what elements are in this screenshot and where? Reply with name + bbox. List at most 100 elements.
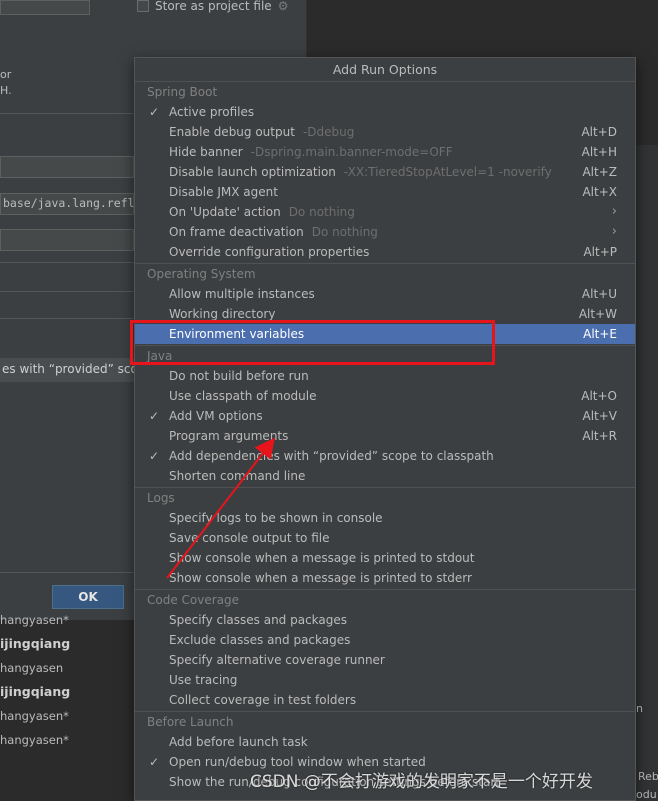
- ok-button[interactable]: OK: [52, 585, 124, 609]
- list-item: ijingqiang: [0, 636, 71, 651]
- list-item: hangyasen: [0, 661, 64, 675]
- menu-item-label: Enable debug output: [169, 125, 295, 139]
- menu-item-shortcut: Alt+P: [583, 245, 617, 259]
- divider: [0, 262, 134, 263]
- menu-item[interactable]: On 'Update' action Do nothing ›: [135, 202, 635, 222]
- config-field-2[interactable]: [0, 229, 134, 251]
- menu-item[interactable]: Environment variables Alt+E: [135, 324, 635, 344]
- checkmark-icon: ✓: [149, 755, 160, 769]
- menu-item[interactable]: On frame deactivation Do nothing ›: [135, 222, 635, 242]
- menu-item-label: Working directory: [169, 307, 276, 321]
- menu-item[interactable]: Show console when a message is printed t…: [135, 548, 635, 568]
- menu-item-label: Show console when a message is printed t…: [169, 571, 472, 585]
- menu-item-hint: -Dspring.main.banner-mode=OFF: [250, 145, 453, 159]
- vm-options-field[interactable]: base/java.lang.refl: [0, 193, 135, 215]
- menu-item-hint: Do nothing: [288, 205, 355, 219]
- edge-text: Reb: [638, 770, 658, 783]
- menu-item[interactable]: Specify alternative coverage runner: [135, 650, 635, 670]
- menu-item[interactable]: Specify classes and packages: [135, 610, 635, 630]
- menu-item-label: Exclude classes and packages: [169, 633, 351, 647]
- menu-item[interactable]: Specify logs to be shown in console: [135, 508, 635, 528]
- list-item: hangyasen*: [0, 709, 69, 723]
- truncated-text-1: or: [0, 68, 12, 81]
- menu-item-label: Allow multiple instances: [169, 287, 315, 301]
- group-label: Code Coverage: [147, 593, 240, 607]
- checkmark-icon: ✓: [149, 409, 160, 423]
- menu-item[interactable]: Use tracing: [135, 670, 635, 690]
- divider: [0, 572, 134, 573]
- menu-item-label: Environment variables: [169, 327, 305, 341]
- list-item: hangyasen*: [0, 733, 69, 747]
- menu-item[interactable]: Working directory Alt+W: [135, 304, 635, 324]
- menu-item-shortcut: Alt+D: [581, 125, 617, 139]
- menu-item[interactable]: ✓ Active profiles: [135, 102, 635, 122]
- menu-item[interactable]: Use classpath of module Alt+O: [135, 386, 635, 406]
- config-field-1[interactable]: [0, 156, 134, 178]
- menu-item-label: Add VM options: [169, 409, 263, 423]
- provided-scope-text: es with “provided” scop: [2, 362, 146, 376]
- menu-item[interactable]: Add before launch task: [135, 732, 635, 752]
- menu-item[interactable]: Program arguments Alt+R: [135, 426, 635, 446]
- menu-item[interactable]: Save console output to file: [135, 528, 635, 548]
- group-label: Logs: [147, 491, 175, 505]
- divider: [0, 113, 134, 114]
- menu-item-shortcut: Alt+W: [578, 307, 617, 321]
- menu-item-label: Specify classes and packages: [169, 613, 348, 627]
- menu-item-shortcut: Alt+E: [583, 327, 617, 341]
- menu-item-label: Collect coverage in test folders: [169, 693, 357, 707]
- store-as-project-file-label: Store as project file: [155, 0, 272, 13]
- menu-item-hint: -Ddebug: [302, 125, 355, 139]
- menu-item[interactable]: Allow multiple instances Alt+U: [135, 284, 635, 304]
- menu-item-label: Use classpath of module: [169, 389, 317, 403]
- add-run-options-popup: Add Run Options Spring Boot ✓ Active profi…: [134, 57, 636, 801]
- menu-item[interactable]: Do not build before run: [135, 366, 635, 386]
- menu-item-label: Disable launch optimization: [169, 165, 336, 179]
- menu-item-label: Override configuration properties: [169, 245, 370, 259]
- menu-item[interactable]: Disable JMX agent Alt+X: [135, 182, 635, 202]
- edge-text: n: [636, 702, 643, 715]
- vcs-author-list: hangyasen* ijingqiang hangyasen ijingqia…: [0, 608, 134, 752]
- menu-item[interactable]: Show console when a message is printed t…: [135, 568, 635, 588]
- menu-item-shortcut: Alt+Z: [582, 165, 617, 179]
- provided-scope-row[interactable]: es with “provided” scop: [0, 358, 145, 382]
- menu-item-shortcut: Alt+H: [581, 145, 617, 159]
- menu-item-hint: -XX:TieredStopAtLevel=1 -noverify: [343, 165, 552, 179]
- gear-icon[interactable]: ⚙: [278, 0, 289, 13]
- menu-item-label: Add dependencies with “provided” scope t…: [169, 449, 494, 463]
- menu-item-label: Shorten command line: [169, 469, 306, 483]
- menu-item-label: Hide banner: [169, 145, 243, 159]
- menu-item[interactable]: ✓ Add VM options Alt+V: [135, 406, 635, 426]
- menu-item[interactable]: Collect coverage in test folders: [135, 690, 635, 710]
- menu-item[interactable]: Enable debug output -Ddebug Alt+D: [135, 122, 635, 142]
- menu-item[interactable]: Exclude classes and packages: [135, 630, 635, 650]
- store-as-project-file-checkbox[interactable]: [137, 0, 149, 12]
- menu-item-shortcut: Alt+O: [581, 389, 617, 403]
- name-field[interactable]: [0, 0, 90, 15]
- watermark: CSDN @不会打游戏的发明家不是一个好开发: [250, 772, 593, 792]
- group-label: Java: [147, 349, 173, 363]
- menu-item-label: On frame deactivation: [169, 225, 304, 239]
- store-as-project-file-row[interactable]: Store as project file ⚙: [137, 0, 289, 13]
- truncated-text-2: H.: [0, 84, 12, 97]
- menu-item-label: Specify alternative coverage runner: [169, 653, 385, 667]
- menu-item[interactable]: Override configuration properties Alt+P: [135, 242, 635, 262]
- menu-item-hint: Do nothing: [311, 225, 378, 239]
- popup-title: Add Run Options: [135, 58, 635, 82]
- menu-item[interactable]: Hide banner -Dspring.main.banner-mode=OFF…: [135, 142, 635, 162]
- checkmark-icon: ✓: [149, 105, 160, 119]
- menu-item-shortcut: Alt+R: [582, 429, 617, 443]
- menu-item[interactable]: Disable launch optimization -XX:TieredSto…: [135, 162, 635, 182]
- group-label: Spring Boot: [147, 85, 218, 99]
- menu-item[interactable]: ✓ Add dependencies with “provided” scope …: [135, 446, 635, 466]
- options-list: Spring Boot ✓ Active profiles Enable debug …: [135, 82, 635, 792]
- divider: [0, 318, 134, 319]
- group-label: Operating System: [147, 267, 256, 281]
- group-label: Before Launch: [147, 715, 234, 729]
- menu-item-shortcut: Alt+X: [582, 185, 617, 199]
- menu-item-label: Active profiles: [169, 105, 255, 119]
- menu-item-label: Save console output to file: [169, 531, 330, 545]
- menu-item-label: Use tracing: [169, 673, 238, 687]
- menu-item-label: Disable JMX agent: [169, 185, 278, 199]
- chevron-right-icon: ›: [611, 224, 617, 239]
- menu-item[interactable]: Shorten command line: [135, 466, 635, 486]
